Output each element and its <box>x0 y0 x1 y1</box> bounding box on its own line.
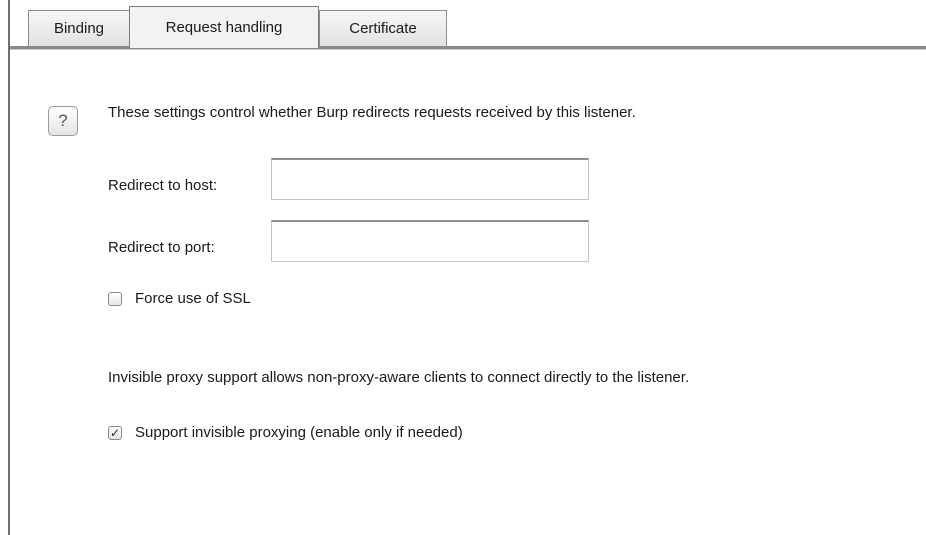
help-button[interactable]: ? <box>48 106 78 136</box>
invisible-proxy-option[interactable]: ✓ Support invisible proxying (enable onl… <box>108 424 463 441</box>
redirect-host-label: Redirect to host: <box>108 177 218 194</box>
tab-binding[interactable]: Binding <box>28 10 130 46</box>
tab-certificate[interactable]: Certificate <box>319 10 447 46</box>
invisible-proxy-checkbox[interactable]: ✓ <box>108 425 122 440</box>
tab-bar: Binding Request handling Certificate <box>10 0 926 48</box>
invisible-proxy-description: Invisible proxy support allows non-proxy… <box>108 369 690 386</box>
redirect-port-label: Redirect to port: <box>108 239 215 256</box>
tab-certificate-label: Certificate <box>349 20 417 37</box>
tab-binding-label: Binding <box>53 20 105 37</box>
request-handling-panel: ? These settings control whether Burp re… <box>10 50 926 535</box>
force-ssl-label: Force use of SSL <box>135 290 251 307</box>
listener-settings-window: Binding Request handling Certificate ? T… <box>0 0 926 535</box>
redirect-description: These settings control whether Burp redi… <box>108 104 636 121</box>
redirect-port-input[interactable] <box>271 220 589 262</box>
force-ssl-option[interactable]: Force use of SSL <box>108 290 251 307</box>
help-icon: ? <box>58 111 68 130</box>
tab-request-handling-label: Request handling <box>165 19 283 36</box>
force-ssl-checkbox[interactable] <box>108 291 122 306</box>
tab-request-handling[interactable]: Request handling <box>129 6 319 48</box>
invisible-proxy-label: Support invisible proxying (enable only … <box>135 424 463 441</box>
redirect-host-input[interactable] <box>271 158 589 200</box>
